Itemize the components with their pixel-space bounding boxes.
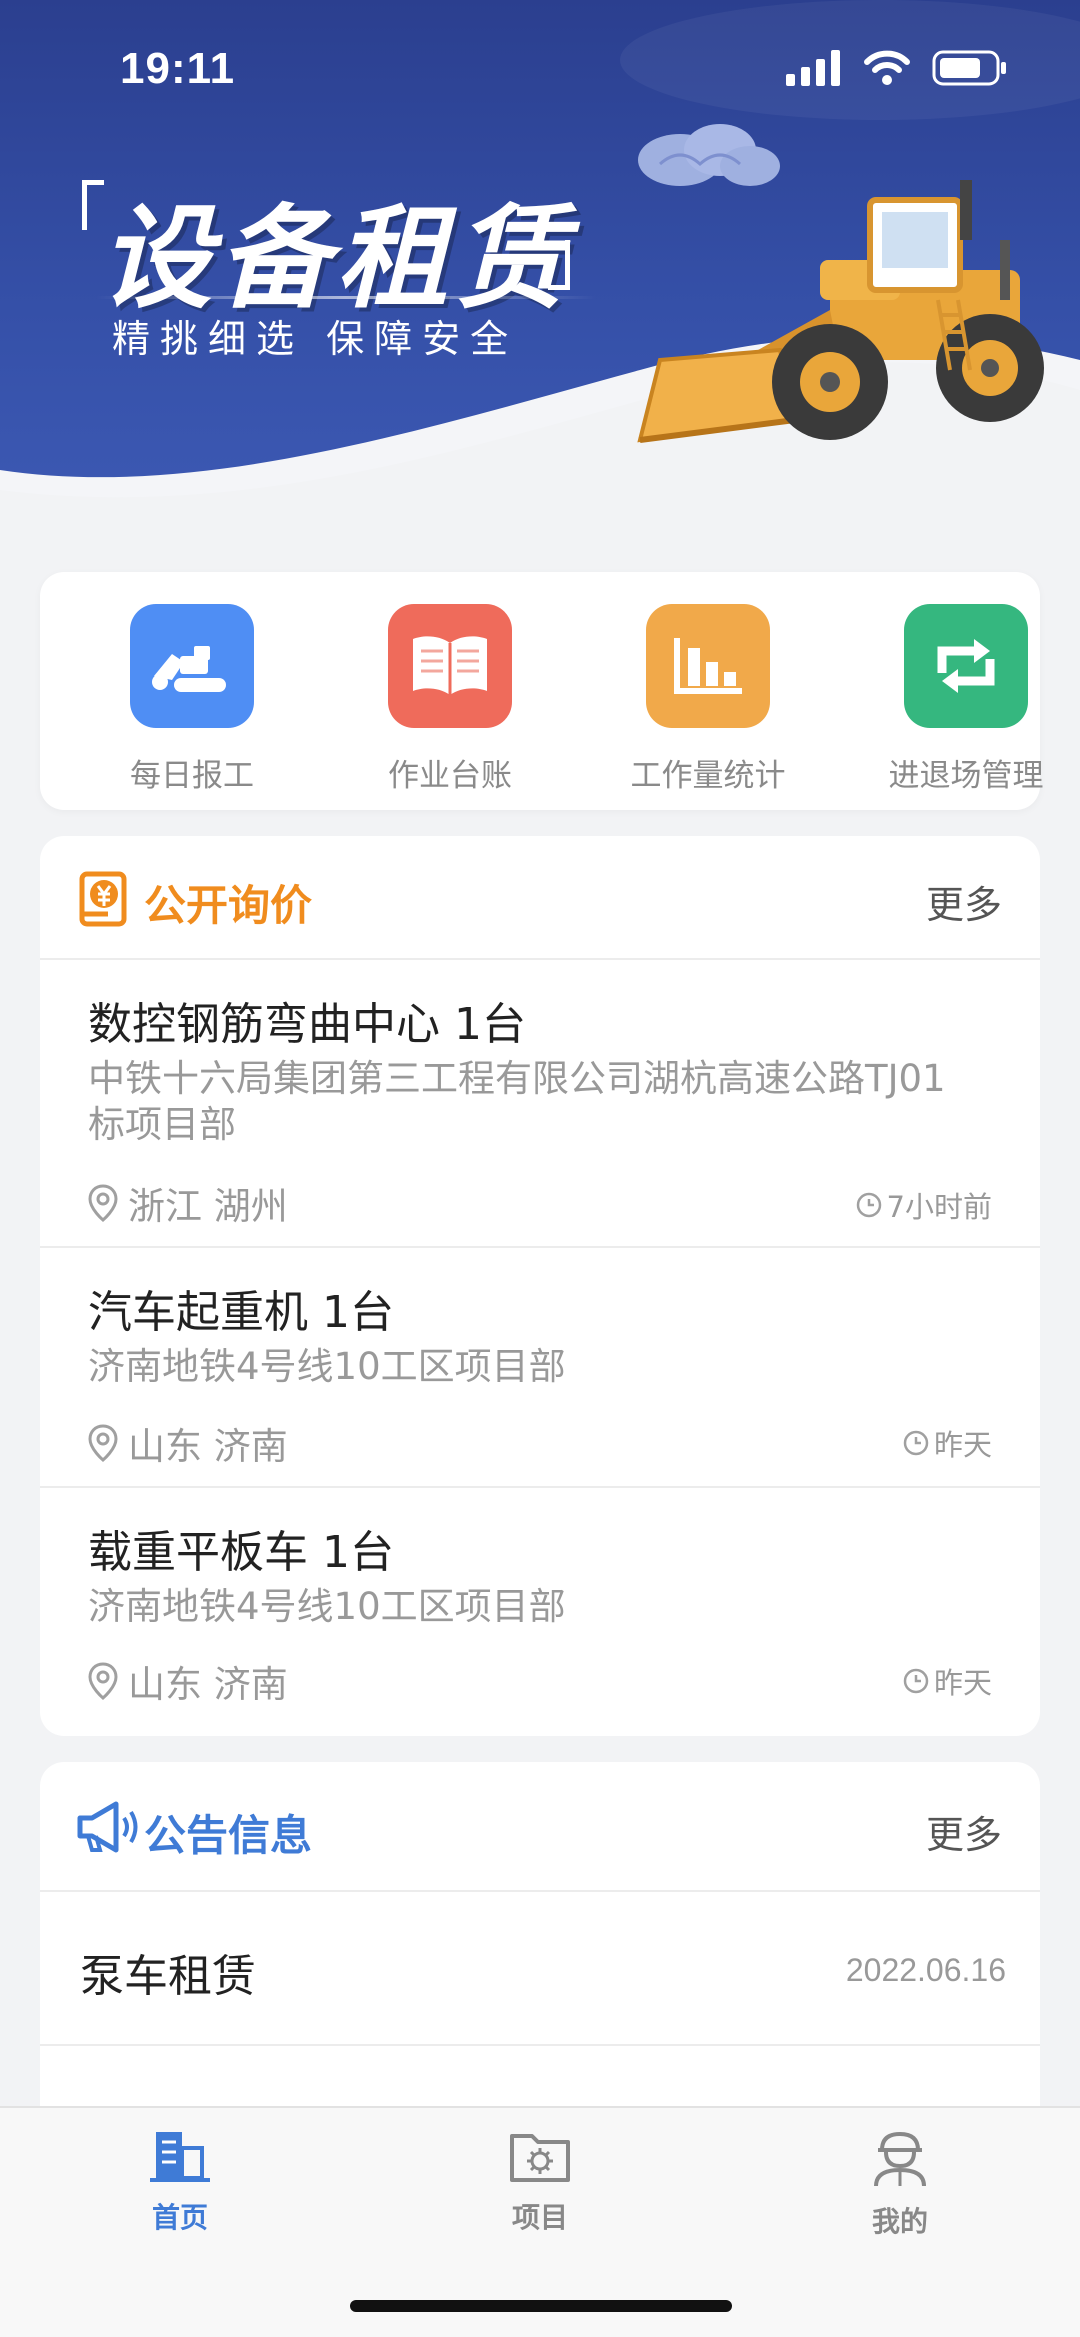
inquiry-item-time: 昨天	[902, 1422, 992, 1464]
time-text: 昨天	[933, 1428, 992, 1462]
inquiry-item-title: 汽车起重机 1台	[88, 1287, 394, 1338]
inquiry-list-item[interactable]: 汽车起重机 1台 济南地铁4号线10工区项目部 山东 济南 昨天	[40, 1248, 1040, 1488]
megaphone-icon	[77, 1801, 138, 1853]
tab-home[interactable]: 首页	[80, 2128, 280, 2236]
tab-projects[interactable]: 项目	[440, 2128, 640, 2236]
location-pin-icon	[88, 1662, 118, 1700]
quick-action-label: 工作量统计	[630, 758, 786, 794]
folder-gear-icon	[510, 2134, 570, 2182]
inquiry-item-location: 山东 济南	[86, 1654, 288, 1708]
notice-list-item[interactable]: 泵车租赁 2022.06.16	[40, 1892, 1040, 2046]
cellular-signal-icon	[786, 50, 840, 86]
inquiry-item-time: 昨天	[902, 1660, 992, 1702]
inquiry-item-org: 济南地铁4号线10工区项目部	[88, 1345, 566, 1388]
building-icon	[150, 2132, 210, 2182]
cloud-icon	[638, 124, 780, 186]
inquiry-item-title: 数控钢筋弯曲中心 1台	[88, 999, 526, 1050]
location-pin-icon	[88, 1184, 118, 1222]
quick-action-daily-report[interactable]: 每日报工	[92, 604, 292, 795]
clock-icon	[903, 1430, 929, 1456]
quick-action-label: 每日报工	[130, 758, 254, 794]
banner: 19:11 设备租赁 精挑细选 保障安全	[0, 0, 1080, 560]
notice-more-link[interactable]: 更多	[926, 1804, 1002, 1859]
quick-action-entry-exit[interactable]: 进退场管理	[866, 604, 1066, 795]
open-book-icon	[388, 604, 512, 728]
inquiry-list-item[interactable]: 数控钢筋弯曲中心 1台 中铁十六局集团第三工程有限公司湖杭高速公路TJ01标项目…	[40, 960, 1040, 1248]
inquiry-item-org: 中铁十六局集团第三工程有限公司湖杭高速公路TJ01标项目部	[88, 1057, 946, 1146]
notice-item-title: 泵车租赁	[80, 1951, 256, 2002]
inquiry-item-title: 载重平板车 1台	[88, 1527, 394, 1578]
tab-label: 我的	[871, 2205, 928, 2238]
inquiry-item-location: 山东 济南	[86, 1416, 288, 1470]
clock-icon	[903, 1668, 929, 1694]
notice-section-title: 公告信息	[144, 1811, 313, 1860]
quick-action-label: 进退场管理	[888, 758, 1044, 794]
quick-action-workload-stats[interactable]: 工作量统计	[608, 604, 808, 795]
worker-icon	[874, 2131, 926, 2187]
wifi-icon	[864, 50, 910, 85]
inquiry-section-title: 公开询价	[144, 881, 313, 930]
status-time: 19:11	[120, 44, 236, 93]
wheel-loader-illustration	[637, 124, 1044, 443]
location-pin-icon	[88, 1424, 118, 1462]
inquiry-more-link[interactable]: 更多	[926, 874, 1002, 929]
quick-action-work-ledger[interactable]: 作业台账	[350, 604, 550, 795]
location-text: 山东 济南	[128, 1425, 288, 1468]
home-indicator	[350, 2300, 732, 2312]
subtitle-divider	[96, 296, 596, 299]
time-text: 7小时前	[886, 1190, 992, 1224]
banner-title: 设备租赁	[100, 194, 572, 324]
time-text: 昨天	[933, 1666, 992, 1700]
inquiry-section-header: 公开询价 更多	[40, 836, 1040, 960]
quick-action-label: 作业台账	[388, 758, 512, 794]
status-bar: 19:11	[0, 0, 1080, 140]
tab-label: 项目	[511, 2201, 568, 2234]
price-tag-yen-icon	[79, 871, 127, 927]
notice-item-date: 2022.06.16	[845, 1952, 1006, 1988]
tab-label: 首页	[151, 2201, 208, 2234]
swap-arrows-icon	[904, 604, 1028, 728]
inquiry-item-location: 浙江 湖州	[86, 1176, 288, 1230]
title-bracket-right	[548, 240, 570, 290]
inquiry-section: 公开询价 更多 数控钢筋弯曲中心 1台 中铁十六局集团第三工程有限公司湖杭高速公…	[40, 836, 1040, 1736]
banner-subtitle: 精挑细选 保障安全	[112, 317, 519, 361]
location-text: 浙江 湖州	[128, 1185, 288, 1228]
inquiry-item-org: 济南地铁4号线10工区项目部	[88, 1585, 566, 1628]
notice-section-header: 公告信息 更多	[40, 1762, 1040, 1892]
battery-icon	[932, 50, 1006, 86]
inquiry-item-time: 7小时前	[855, 1184, 992, 1226]
clock-icon	[856, 1192, 881, 1218]
bar-chart-icon	[646, 604, 770, 728]
excavator-icon	[130, 604, 254, 728]
tab-mine[interactable]: 我的	[800, 2128, 1000, 2240]
location-text: 山东 济南	[128, 1663, 288, 1706]
quick-actions-card: 每日报工 作业台账 工作量统计 进退场管理	[40, 572, 1044, 810]
inquiry-list-item[interactable]: 载重平板车 1台 济南地铁4号线10工区项目部 山东 济南 昨天	[40, 1488, 1040, 1734]
